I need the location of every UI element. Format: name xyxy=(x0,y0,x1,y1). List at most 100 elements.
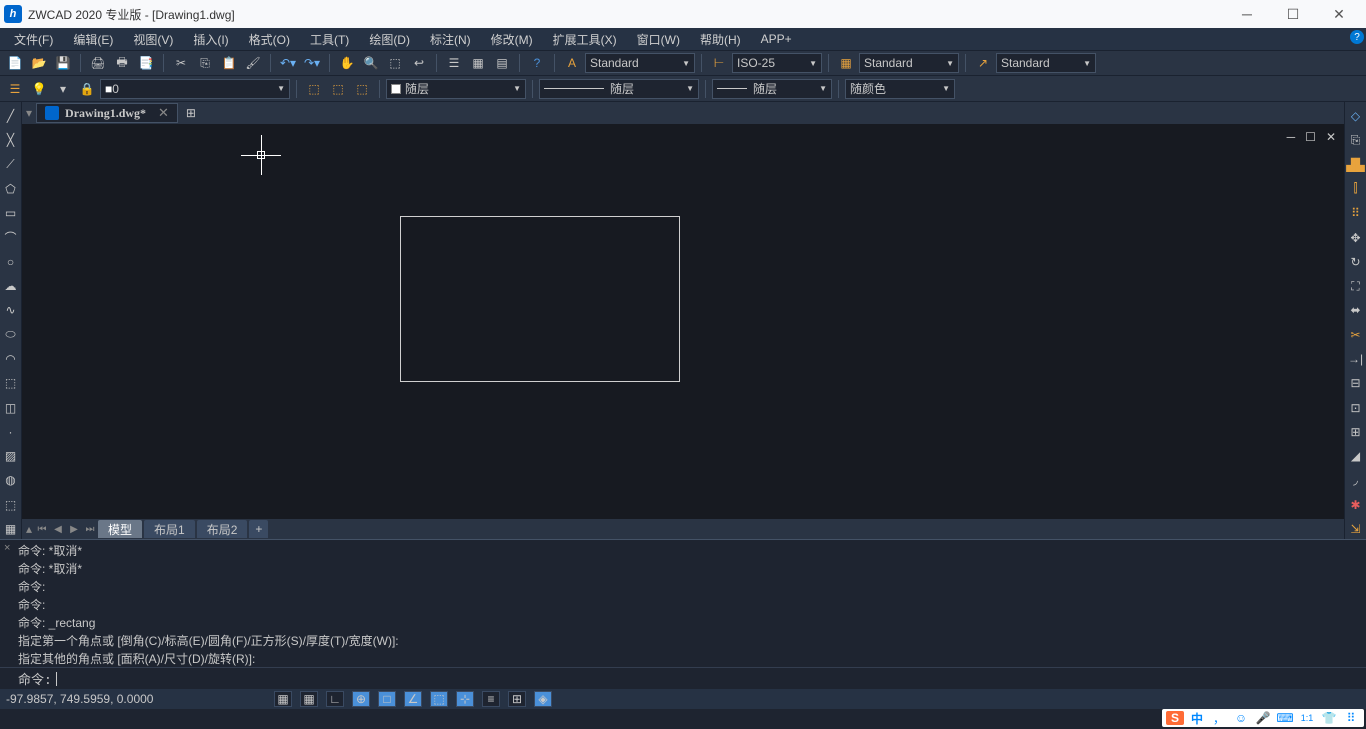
pan-icon[interactable]: ✋ xyxy=(336,52,358,74)
table-icon[interactable]: ▦ xyxy=(0,519,22,539)
zoom-window-icon[interactable]: ⬚ xyxy=(384,52,406,74)
zoom-realtime-icon[interactable]: 🔍 xyxy=(360,52,382,74)
plotstyle-dropdown[interactable]: 随颜色 ▼ xyxy=(845,79,955,99)
polar-icon[interactable]: ⊕ xyxy=(352,691,370,707)
zoom-prev-icon[interactable]: ↩ xyxy=(408,52,430,74)
grid-icon[interactable]: ▦ xyxy=(300,691,318,707)
ime-ratio-icon[interactable]: 1:1 xyxy=(1298,711,1316,725)
coordinates[interactable]: -97.9857, 749.5959, 0.0000 xyxy=(6,692,266,706)
paste-icon[interactable]: 📋 xyxy=(218,52,240,74)
linetype-dropdown[interactable]: 随层 ▼ xyxy=(539,79,699,99)
polygon-icon[interactable]: ⬠ xyxy=(0,179,22,199)
command-input[interactable] xyxy=(57,671,1360,686)
text-style-dropdown[interactable]: Standard ▼ xyxy=(585,53,695,73)
drawing-tab[interactable]: Drawing1.dwg* ✕ xyxy=(36,103,178,123)
ime-emoji-icon[interactable]: ☺ xyxy=(1232,711,1250,725)
layout-first-icon[interactable]: ⏮ xyxy=(34,521,50,537)
insert-block-icon[interactable]: ⬚ xyxy=(0,373,22,393)
ime-punct-icon[interactable]: ， xyxy=(1210,711,1228,725)
scale-icon[interactable]: ⛶ xyxy=(1345,276,1366,296)
tab-layout1[interactable]: 布局1 xyxy=(144,520,195,538)
menu-modify[interactable]: 修改(M) xyxy=(481,28,543,50)
hatch-icon[interactable]: ▨ xyxy=(0,446,22,466)
matchprop-icon[interactable]: 🖌 xyxy=(242,52,264,74)
new-tab-icon[interactable]: ⊞ xyxy=(180,102,202,124)
help-badge[interactable]: ? xyxy=(1350,30,1364,44)
ellipse-arc-icon[interactable]: ◠ xyxy=(0,349,22,369)
tab-layout2[interactable]: 布局2 xyxy=(197,520,248,538)
layer-previous-icon[interactable]: ⬚ xyxy=(327,78,349,100)
ime-skin-icon[interactable]: 👕 xyxy=(1320,711,1338,725)
mleader-style-dropdown[interactable]: Standard ▼ xyxy=(996,53,1096,73)
save-icon[interactable]: 💾 xyxy=(52,52,74,74)
otrack-icon[interactable]: ∠ xyxy=(404,691,422,707)
break-point-icon[interactable]: ⊟ xyxy=(1345,373,1366,393)
ime-tools-icon[interactable]: ⠿ xyxy=(1342,711,1360,725)
model-icon[interactable]: ⊞ xyxy=(508,691,526,707)
cycle-icon[interactable]: ◈ xyxy=(534,691,552,707)
ime-keyboard-icon[interactable]: ⌨ xyxy=(1276,711,1294,725)
line-icon[interactable]: ╱ xyxy=(0,106,22,126)
menu-draw[interactable]: 绘图(D) xyxy=(359,28,420,50)
ime-icon[interactable]: S xyxy=(1166,711,1184,725)
color-dropdown[interactable]: 随层 ▼ xyxy=(386,79,526,99)
layer-make-current-icon[interactable]: ⬚ xyxy=(303,78,325,100)
cmd-close-icon[interactable]: × xyxy=(4,542,10,554)
layer-match-icon[interactable]: ⬚ xyxy=(351,78,373,100)
offset-icon[interactable]: ⫿ xyxy=(1345,179,1366,199)
circle-icon[interactable]: ○ xyxy=(0,252,22,272)
stretch-icon[interactable]: ⬌ xyxy=(1345,300,1366,320)
print-preview-icon[interactable]: 🖶 xyxy=(111,52,133,74)
layout-collapse-icon[interactable]: ▴ xyxy=(26,522,32,536)
menu-view[interactable]: 视图(V) xyxy=(123,28,183,50)
array-icon[interactable]: ⠿ xyxy=(1345,203,1366,223)
extend-icon[interactable]: →| xyxy=(1345,349,1366,369)
drawing-canvas[interactable]: ─ ☐ ✕ xyxy=(22,124,1344,519)
layer-properties-icon[interactable]: ☰ xyxy=(4,78,26,100)
arc-icon[interactable]: ⌒ xyxy=(0,227,22,247)
align-icon[interactable]: ⇲ xyxy=(1345,519,1366,539)
chamfer-icon[interactable]: ◢ xyxy=(1345,446,1366,466)
menu-format[interactable]: 格式(O) xyxy=(239,28,300,50)
text-style-icon[interactable]: A xyxy=(561,52,583,74)
layer-filter-icon[interactable]: ▾ xyxy=(52,78,74,100)
osnap-icon[interactable]: □ xyxy=(378,691,396,707)
help-icon[interactable]: ? xyxy=(526,52,548,74)
minimize-button[interactable]: ─ xyxy=(1224,0,1270,28)
mleader-style-icon[interactable]: ↗ xyxy=(972,52,994,74)
gradient-icon[interactable]: ◍ xyxy=(0,470,22,490)
undo-icon[interactable]: ↶▾ xyxy=(277,52,299,74)
mirror-icon[interactable]: ▟▙ xyxy=(1345,155,1366,175)
ducs-icon[interactable]: ⬚ xyxy=(430,691,448,707)
vp-maximize-icon[interactable]: ☐ xyxy=(1305,130,1316,144)
layout-last-icon[interactable]: ⏭ xyxy=(82,521,98,537)
move-icon[interactable]: ✥ xyxy=(1345,227,1366,247)
layer-dropdown[interactable]: ■ 0 ▼ xyxy=(100,79,290,99)
dim-style-dropdown[interactable]: ISO-25 ▼ xyxy=(732,53,822,73)
menu-help[interactable]: 帮助(H) xyxy=(690,28,751,50)
print-icon[interactable]: 🖨 xyxy=(87,52,109,74)
menu-file[interactable]: 文件(F) xyxy=(4,28,63,50)
rectangle-icon[interactable]: ▭ xyxy=(0,203,22,223)
rotate-icon[interactable]: ↻ xyxy=(1345,252,1366,272)
copy-obj-icon[interactable]: ⎘ xyxy=(1345,130,1366,150)
break-icon[interactable]: ⊡ xyxy=(1345,397,1366,417)
cut-icon[interactable]: ✂ xyxy=(170,52,192,74)
properties-icon[interactable]: ☰ xyxy=(443,52,465,74)
join-icon[interactable]: ⊞ xyxy=(1345,422,1366,442)
table-style-icon[interactable]: ▦ xyxy=(835,52,857,74)
spline-icon[interactable]: ∿ xyxy=(0,300,22,320)
tool-palettes-icon[interactable]: ▤ xyxy=(491,52,513,74)
polyline-icon[interactable]: ⟋ xyxy=(0,155,22,175)
maximize-button[interactable]: ☐ xyxy=(1270,0,1316,28)
vp-close-icon[interactable]: ✕ xyxy=(1326,130,1336,144)
copy-icon[interactable]: ⎘ xyxy=(194,52,216,74)
open-icon[interactable]: 📂 xyxy=(28,52,50,74)
revcloud-icon[interactable]: ☁ xyxy=(0,276,22,296)
menu-express[interactable]: 扩展工具(X) xyxy=(543,28,627,50)
menu-dimension[interactable]: 标注(N) xyxy=(420,28,481,50)
close-button[interactable]: ✕ xyxy=(1316,0,1362,28)
vp-minimize-icon[interactable]: ─ xyxy=(1287,130,1296,144)
design-center-icon[interactable]: ▦ xyxy=(467,52,489,74)
dim-style-icon[interactable]: ⊢ xyxy=(708,52,730,74)
